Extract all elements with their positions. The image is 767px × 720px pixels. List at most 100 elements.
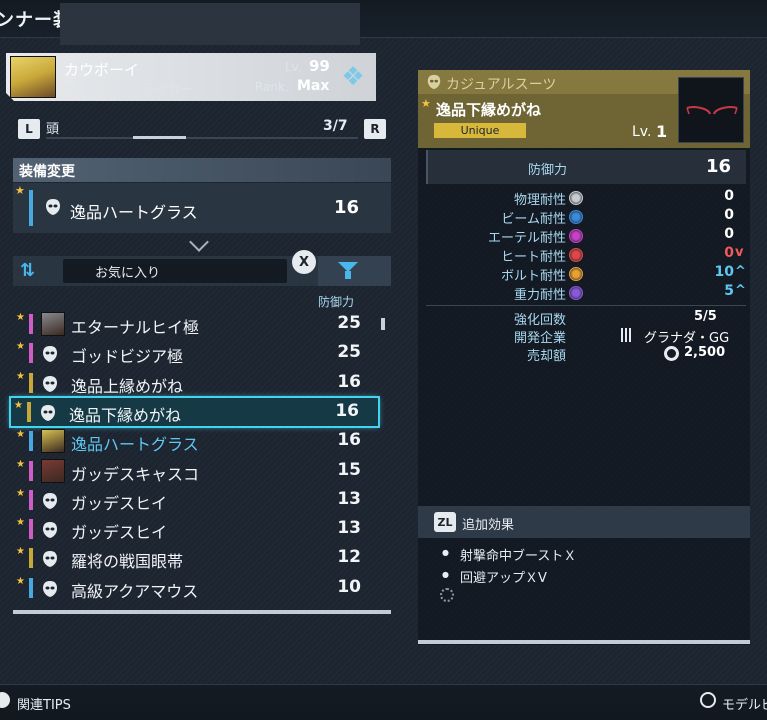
stick-button-icon[interactable]	[700, 692, 716, 708]
equipment-list-item[interactable]: ★ 逸品下縁めがね 16	[9, 396, 380, 428]
ether-icon	[569, 229, 583, 243]
info-value: 2,500	[684, 345, 726, 360]
mask-icon	[41, 492, 59, 514]
favorite-star-icon: ★	[16, 371, 25, 382]
class-emblem-icon: ❖	[341, 62, 365, 92]
x-button[interactable]: X	[292, 250, 316, 274]
character-face-icon	[41, 459, 65, 483]
sort-icon[interactable]: ⇅	[20, 260, 35, 281]
character-face-icon	[41, 429, 65, 453]
equipment-list-item[interactable]: ★ エターナルヒイ極 25	[13, 310, 391, 338]
current-equipment-defense: 16	[334, 197, 360, 218]
slot-label: 頭	[46, 122, 60, 137]
extra-effects-title: 追加効果	[462, 518, 515, 533]
info-label: 開発企業	[513, 331, 566, 346]
bolt-icon	[569, 267, 583, 281]
favorite-star-icon: ★	[16, 488, 25, 499]
equipment-name: 高級アクアマウス	[71, 582, 199, 601]
favorite-star-icon: ★	[16, 576, 25, 587]
mask-icon	[426, 74, 442, 94]
extra-effect-item: 射撃命中ブーストＸ	[442, 545, 576, 564]
defense-value: 16	[706, 156, 732, 177]
equipment-name: 逸品下縁めがね	[69, 406, 182, 425]
equip-change-title: 装備変更	[19, 164, 75, 180]
rarity-color-bar	[29, 190, 33, 226]
equipment-defense: 10	[337, 577, 361, 597]
heat-icon	[569, 248, 583, 262]
filter-icon-stem	[345, 271, 351, 279]
character-card-inner	[60, 3, 360, 45]
detail-bottom-border	[418, 640, 750, 644]
equipment-list-item[interactable]: ★ 逸品上縁めがね 16	[13, 369, 391, 397]
beam-icon	[569, 210, 583, 224]
stat-value: 0	[724, 226, 734, 242]
rarity-badge: Unique	[434, 123, 526, 138]
equipment-defense: 12	[337, 547, 361, 567]
detail-divider	[426, 305, 746, 306]
favorite-star-icon: ★	[421, 97, 431, 110]
info-label: 強化回数	[513, 313, 566, 328]
sort-label: お気に入り	[95, 266, 161, 281]
character-name: カウボーイ	[64, 61, 140, 79]
slot-count: 3/7	[323, 118, 348, 134]
rarity-color-bar	[29, 578, 33, 598]
list-bottom-border	[13, 610, 391, 614]
stat-label: 物理耐性	[513, 193, 566, 208]
equipment-name: エターナルヒイ極	[71, 318, 200, 337]
info-value: グラナダ・GG	[644, 331, 730, 346]
favorite-star-icon: ★	[15, 184, 25, 197]
arrow-up-icon: ^	[735, 264, 746, 279]
character-level-label: Lv.	[285, 60, 302, 74]
equipment-list-item[interactable]: ★ 逸品ハートグラス 16	[13, 427, 391, 455]
slot-progress-fill	[133, 136, 186, 139]
model-view-label[interactable]: モデルビ	[722, 694, 767, 713]
defense-row	[426, 150, 746, 184]
slot-progress-track	[46, 137, 358, 139]
slot-prev-button[interactable]: L	[18, 119, 40, 139]
stat-value: 10	[714, 264, 734, 280]
rarity-color-bar	[29, 490, 33, 510]
stat-value: 0	[724, 207, 734, 223]
stat-value: 0	[724, 188, 734, 204]
stat-label: ボルト耐性	[500, 269, 566, 284]
equipment-defense: 16	[335, 401, 359, 421]
character-rank-value: Max	[297, 78, 330, 94]
credit-coin-icon	[664, 346, 679, 361]
equipment-defense: 25	[337, 313, 361, 333]
defense-column-header: 防御力	[318, 295, 355, 309]
extra-effect-item: 回避アップＸⅤ	[442, 567, 547, 586]
footer-bar	[0, 684, 767, 720]
equipment-name: ガッデスヒイ	[71, 523, 168, 542]
character-avatar	[10, 56, 56, 98]
equipment-defense: 16	[337, 430, 361, 450]
favorite-star-icon: ★	[16, 459, 25, 470]
equipment-defense: 13	[337, 518, 361, 538]
equipment-name: ガッデスキャスコ	[71, 465, 200, 484]
equipment-list-item[interactable]: ★ ガッデスヒイ 13	[13, 486, 391, 514]
zl-button[interactable]: ZL	[434, 512, 456, 532]
detail-level-value: 1	[656, 122, 668, 141]
stat-value: 0	[724, 245, 734, 261]
related-tips-label[interactable]: 関連TIPS	[17, 694, 71, 713]
favorite-star-icon: ★	[16, 546, 25, 557]
equipment-list-item[interactable]: ★ ゴッドビジア極 25	[13, 339, 391, 367]
scrollbar-thumb[interactable]	[381, 318, 385, 330]
character-face-icon	[41, 312, 65, 336]
equipment-list-item[interactable]: ★ ガッデスキャスコ 15	[13, 457, 391, 485]
equipment-list-item[interactable]: ★ ガッデスヒイ 13	[13, 515, 391, 543]
item-thumbnail	[678, 77, 744, 143]
stat-label: 重力耐性	[513, 288, 566, 303]
mask-icon	[39, 404, 57, 426]
character-class: ヘヴィーストライカー	[64, 83, 194, 98]
equipment-list-item[interactable]: ★ 高級アクアマウス 10	[13, 574, 391, 602]
equipment-defense: 13	[337, 489, 361, 509]
favorite-star-icon: ★	[16, 517, 25, 528]
arrow-up-icon: ^	[735, 283, 746, 298]
detail-category: カジュアルスーツ	[446, 77, 557, 93]
favorite-star-icon: ★	[16, 312, 25, 323]
slot-next-button[interactable]: R	[364, 119, 386, 139]
stat-label: ヒート耐性	[500, 250, 566, 265]
favorite-star-icon: ★	[16, 429, 25, 440]
equipment-list-item[interactable]: ★ 羅将の戦国眼帯 12	[13, 544, 391, 572]
company-logo-icon	[621, 328, 631, 342]
